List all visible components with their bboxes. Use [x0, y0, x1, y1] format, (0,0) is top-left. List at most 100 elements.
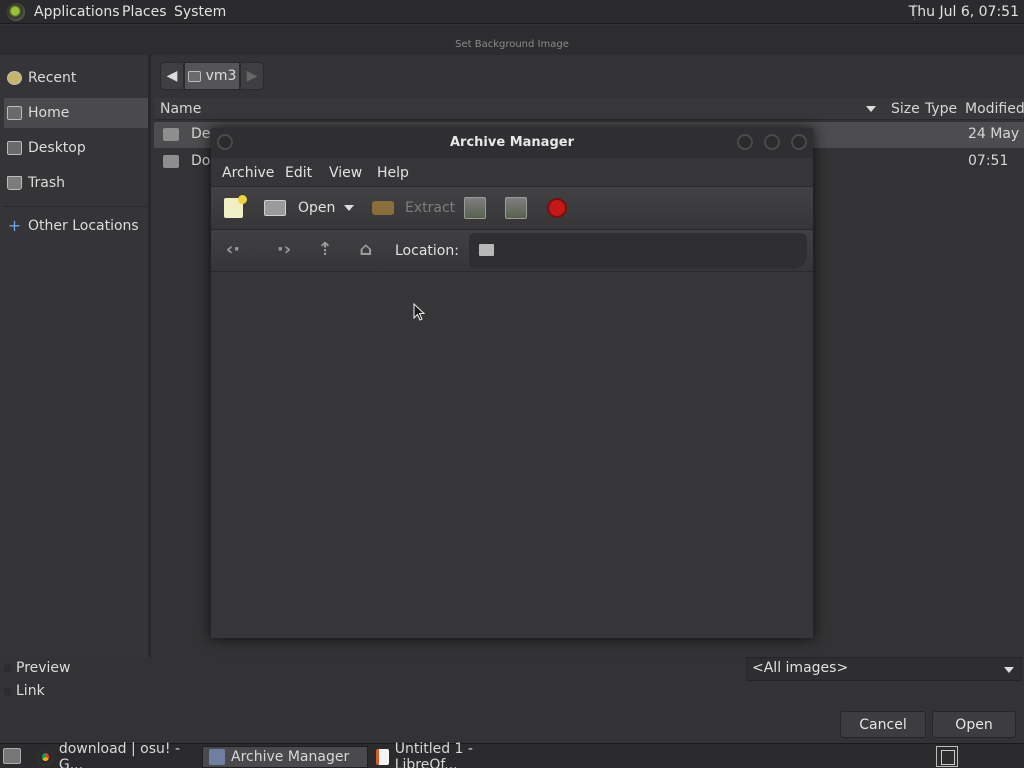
- stop-button[interactable]: [547, 197, 567, 219]
- file-filter-select[interactable]: <All images>: [746, 657, 1022, 681]
- checkbox-icon: [4, 664, 11, 672]
- home-icon[interactable]: ⌂: [355, 240, 377, 260]
- folder-icon: [163, 128, 179, 141]
- task-label: Archive Manager: [231, 749, 350, 765]
- link-label: Link: [16, 683, 45, 699]
- window-menu-icon[interactable]: [217, 134, 233, 150]
- checkbox-icon: [4, 687, 11, 695]
- applications-menu[interactable]: Applications: [34, 4, 120, 20]
- task-label: Untitled 1 - LibreOf...: [394, 741, 473, 768]
- sidebar-item-home[interactable]: Home: [4, 98, 148, 128]
- arrow-right-icon[interactable]: ·›: [273, 240, 295, 260]
- taskbar: download | osu! - G... Archive Manager U…: [0, 741, 1024, 768]
- menu-archive[interactable]: Archive: [222, 165, 274, 181]
- sidebar-item-label: Recent: [28, 70, 77, 86]
- chrome-icon: [38, 749, 53, 765]
- archive-titlebar[interactable]: Archive Manager: [211, 128, 813, 158]
- archive-navbar: ‹· ·› ⇡ ⌂ Location:: [211, 230, 813, 272]
- path-back-button[interactable]: ◀: [160, 62, 184, 90]
- top-panel: Applications Places System Thu Jul 6, 07…: [0, 0, 1024, 24]
- preview-label: Preview: [16, 660, 71, 676]
- folder-icon: [479, 244, 494, 256]
- column-modified[interactable]: Modified: [965, 101, 1024, 117]
- dialog-title: Set Background Image: [455, 39, 569, 50]
- sidebar-item-other-locations[interactable]: + Other Locations: [4, 211, 148, 241]
- arrow-left-icon[interactable]: ‹·: [222, 240, 244, 260]
- places-menu[interactable]: Places: [122, 4, 167, 20]
- file-name: Do: [191, 153, 211, 169]
- column-type[interactable]: Type: [925, 101, 957, 117]
- plus-icon: +: [7, 216, 22, 235]
- workspace-switcher-icon[interactable]: [936, 746, 958, 767]
- desktop-folder-icon: [7, 141, 22, 155]
- home-folder-icon: [187, 70, 201, 82]
- dialog-footer: Preview Link <All images> Cancel Open: [0, 657, 1024, 743]
- archive-file-list[interactable]: [211, 272, 813, 638]
- sidebar-item-desktop[interactable]: Desktop: [4, 133, 148, 163]
- clock-icon: [7, 71, 22, 85]
- column-name[interactable]: Name: [160, 101, 201, 117]
- task-browser[interactable]: download | osu! - G...: [32, 741, 198, 768]
- arrow-left-icon: ◀: [166, 68, 178, 84]
- task-libreoffice[interactable]: Untitled 1 - LibreOf...: [370, 741, 536, 768]
- chevron-down-icon: [344, 205, 354, 211]
- location-field[interactable]: [469, 233, 807, 269]
- location-label: Location:: [395, 243, 459, 259]
- extract-label: Extract: [405, 200, 456, 216]
- preview-checkbox[interactable]: Preview: [4, 660, 71, 676]
- new-archive-button[interactable]: [224, 195, 247, 219]
- open-dropdown-button[interactable]: [344, 197, 354, 219]
- task-archive-manager[interactable]: Archive Manager: [202, 746, 368, 768]
- filter-value: <All images>: [752, 660, 849, 676]
- file-modified: 07:51: [968, 153, 1009, 169]
- path-bar: ◀ vm3 ▶: [160, 62, 264, 90]
- open-button[interactable]: Open: [932, 711, 1016, 738]
- archive-manager-window: Archive Manager Archive Edit View Help O…: [211, 128, 813, 638]
- home-folder-icon: [7, 106, 22, 120]
- sidebar-item-recent[interactable]: Recent: [4, 63, 148, 93]
- extract-button[interactable]: Extract: [372, 197, 455, 219]
- task-label: download | osu! - G...: [58, 741, 181, 768]
- add-folder-icon: [505, 197, 527, 219]
- menu-help[interactable]: Help: [377, 165, 409, 181]
- minimize-icon[interactable]: [737, 134, 753, 150]
- arrow-up-icon[interactable]: ⇡: [314, 240, 336, 260]
- link-checkbox[interactable]: Link: [4, 683, 45, 699]
- cancel-button[interactable]: Cancel: [840, 711, 926, 738]
- add-folder-button[interactable]: [505, 197, 527, 219]
- stop-icon: [547, 198, 567, 218]
- add-files-button[interactable]: [464, 197, 486, 219]
- path-segment-button[interactable]: vm3: [184, 62, 240, 90]
- menu-view[interactable]: View: [329, 165, 362, 181]
- places-sidebar: Recent Home Desktop Trash + Other Locati…: [0, 55, 151, 657]
- sidebar-item-label: Trash: [28, 175, 65, 191]
- archive-menubar: Archive Edit View Help: [211, 158, 813, 186]
- file-modified: 24 May: [968, 126, 1020, 142]
- path-forward-button[interactable]: ▶: [240, 62, 264, 90]
- document-icon: [376, 749, 389, 765]
- sidebar-divider: [3, 206, 148, 207]
- archive-manager-icon: [209, 749, 225, 765]
- extract-icon: [372, 201, 394, 215]
- menu-edit[interactable]: Edit: [285, 165, 312, 181]
- trash-icon: [7, 176, 22, 190]
- clock[interactable]: Thu Jul 6, 07:51: [909, 4, 1019, 20]
- sort-arrow-icon[interactable]: [866, 106, 876, 112]
- dialog-titlebar: Set Background Image: [0, 25, 1024, 61]
- open-button[interactable]: Open: [264, 197, 335, 219]
- chevron-down-icon: [1004, 667, 1014, 673]
- system-menu[interactable]: System: [174, 4, 226, 20]
- maximize-icon[interactable]: [764, 134, 780, 150]
- archive-title: Archive Manager: [450, 135, 574, 150]
- folder-icon: [163, 155, 179, 168]
- new-document-icon: [224, 195, 247, 218]
- path-segment-label: vm3: [205, 68, 237, 84]
- open-archive-icon: [264, 200, 286, 216]
- column-size[interactable]: Size: [891, 101, 920, 117]
- sidebar-item-trash[interactable]: Trash: [4, 168, 148, 198]
- add-files-icon: [464, 197, 486, 219]
- sidebar-item-label: Other Locations: [28, 218, 139, 234]
- close-icon[interactable]: [791, 134, 807, 150]
- distro-logo-icon[interactable]: [7, 3, 25, 21]
- show-desktop-icon[interactable]: [3, 748, 21, 764]
